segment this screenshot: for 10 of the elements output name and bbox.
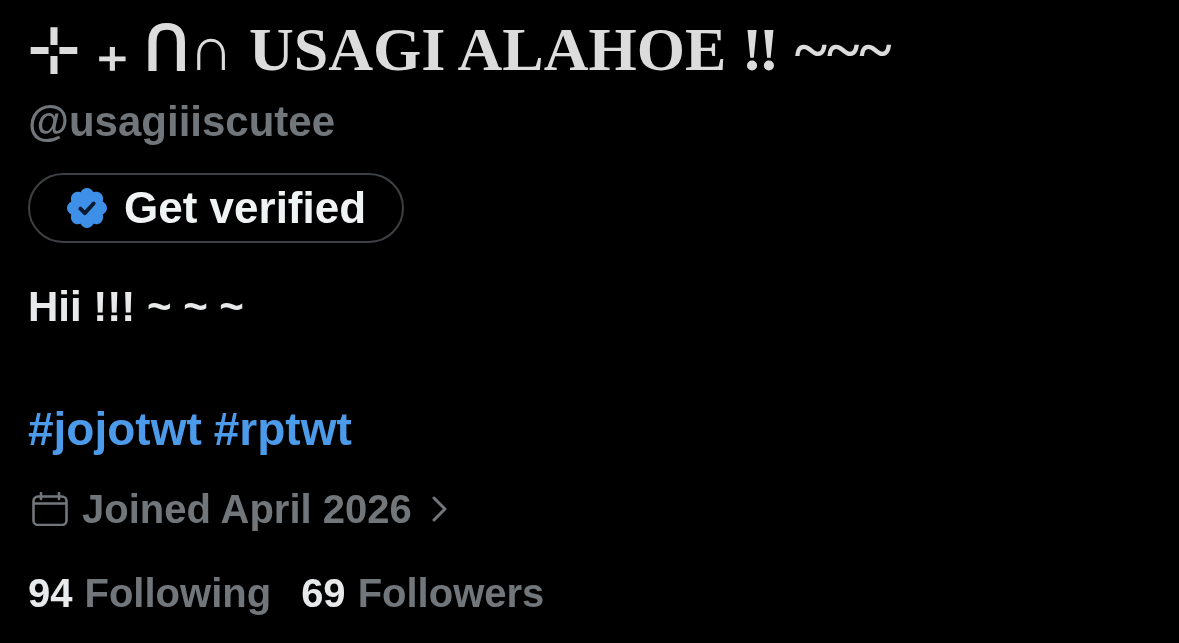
user-handle: @usagiiiscutee bbox=[28, 100, 336, 144]
stat-link[interactable]: 94 Following bbox=[28, 571, 272, 615]
calendar-icon bbox=[32, 492, 68, 526]
get-verified-button[interactable]: Get verified bbox=[28, 173, 405, 243]
display-name: ⊹ ₊ Ո∩ USAGI ALAHOE ‼ ~~~ bbox=[28, 18, 892, 80]
chevron-right-icon[interactable] bbox=[431, 496, 448, 522]
verified-badge-icon bbox=[67, 188, 107, 228]
joined-date: Joined April 2026 bbox=[82, 487, 412, 531]
bio-text: Hii !!! ~ ~ ~ bbox=[28, 285, 244, 329]
stat-link[interactable]: 69 Followers bbox=[301, 571, 545, 615]
